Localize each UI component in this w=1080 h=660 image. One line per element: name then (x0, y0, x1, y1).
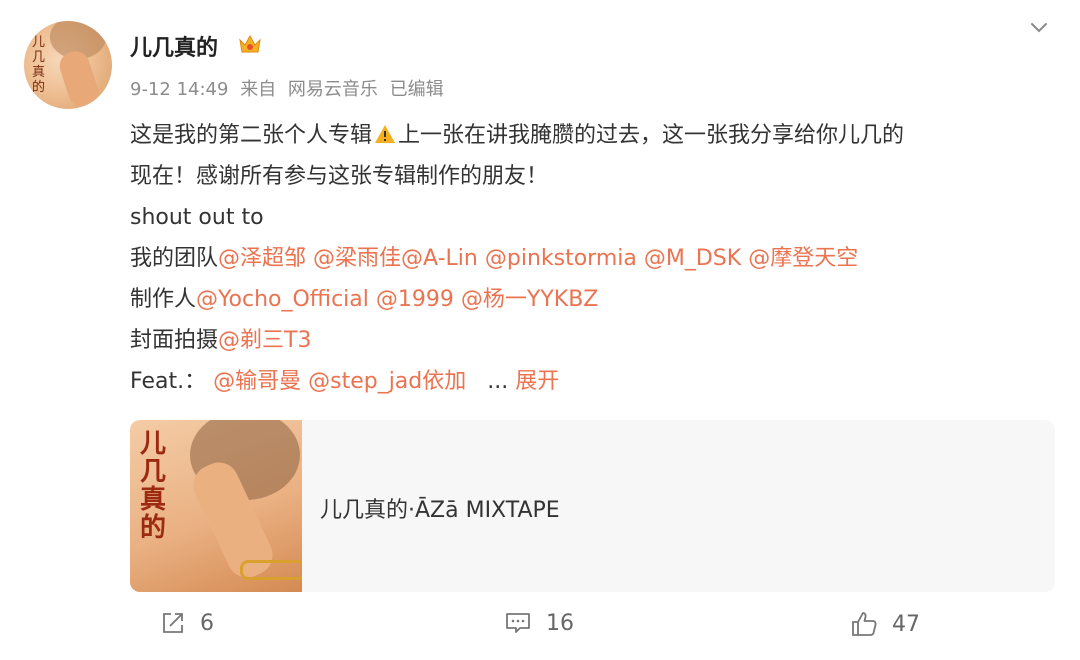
team-line: 我的团队@泽超邹 @梁雨佳@A-Lin @pinkstormia @M_DSK … (130, 246, 859, 271)
expand-link[interactable]: 展开 (515, 369, 559, 394)
text-line-1: 这是我的第二张个人专辑 上一张在讲我腌臜的过去，这一张我分享给你儿几的 (130, 123, 905, 148)
avatar[interactable]: 儿几真的 (24, 21, 112, 109)
mention-link[interactable]: @1999 (376, 287, 454, 312)
post-text: 这是我的第二张个人专辑 上一张在讲我腌臜的过去，这一张我分享给你儿几的 现在！感谢… (130, 115, 1050, 402)
mention-link[interactable]: @剃三T3 (218, 328, 311, 353)
share-button[interactable]: 6 (160, 610, 214, 636)
mention-link[interactable]: @杨一YYKBZ (461, 287, 598, 312)
mention-link[interactable]: @M_DSK (644, 246, 741, 271)
comment-icon (506, 613, 530, 633)
post-meta: 9-12 14:49 来自 网易云音乐 已编辑 (130, 75, 450, 101)
post-source[interactable]: 网易云音乐 (288, 79, 378, 100)
edited-label[interactable]: 已编辑 (390, 79, 444, 100)
like-button[interactable]: 47 (850, 610, 920, 638)
music-card[interactable]: 儿几真的 儿几真的·ĀZā MIXTAPE (130, 420, 1055, 592)
username[interactable]: 儿几真的 (130, 30, 218, 62)
mention-link[interactable]: @摩登天空 (748, 246, 858, 271)
album-cover[interactable]: 儿几真的 (130, 420, 302, 592)
card-title[interactable]: 儿几真的·ĀZā MIXTAPE (320, 492, 560, 524)
text-line-2: 现在！感谢所有参与这张专辑制作的朋友！ (130, 164, 549, 189)
avatar-text: 儿几真的 (32, 35, 46, 95)
mention-link[interactable]: @A-Lin (401, 246, 478, 271)
feat-line: Feat.： @输哥曼 @step_jad依加 ... 展开 (130, 369, 560, 394)
like-count: 47 (892, 611, 920, 637)
share-icon (163, 613, 183, 633)
mention-link[interactable]: @泽超邹 (218, 246, 306, 271)
comment-count: 16 (546, 610, 574, 636)
post-time[interactable]: 9-12 14:49 (130, 79, 228, 100)
cover-line: 封面拍摄@剃三T3 (130, 328, 312, 353)
text-line-3: shout out to (130, 205, 264, 230)
mention-link[interactable]: @pinkstormia (485, 246, 637, 271)
mention-link[interactable]: @输哥曼 (213, 369, 301, 394)
ellipsis: ... (487, 369, 509, 394)
mention-link[interactable]: @step_jad依加 (308, 369, 466, 394)
producer-line: 制作人@Yocho_Official @1999 @杨一YYKBZ (130, 287, 599, 312)
cover-text: 儿几真的 (140, 429, 167, 543)
comment-button[interactable]: 16 (504, 610, 574, 636)
source-prefix: 来自 (240, 79, 277, 100)
like-icon (852, 612, 877, 636)
mention-link[interactable]: @梁雨佳 (313, 246, 401, 271)
warning-icon (375, 125, 396, 143)
crown-icon (239, 34, 261, 53)
chevron-down-icon[interactable] (1028, 16, 1050, 38)
share-count: 6 (200, 610, 214, 636)
mention-link[interactable]: @Yocho_Official (196, 287, 369, 312)
